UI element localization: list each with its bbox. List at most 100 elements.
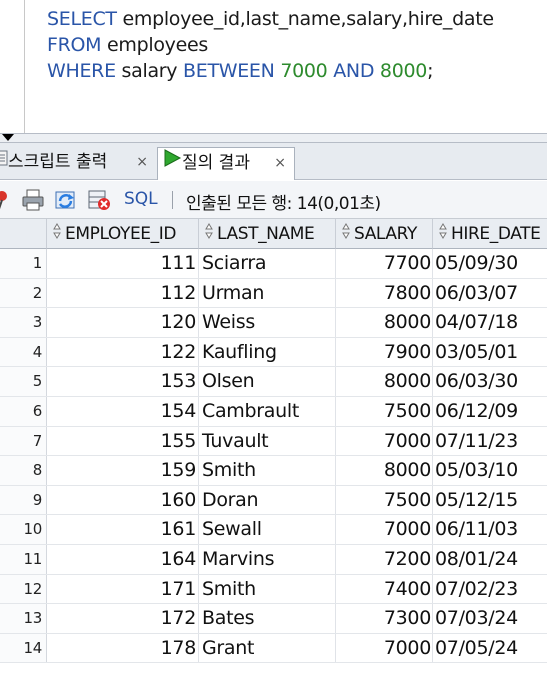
table-row[interactable]: 14 178 Grant 7000 07/05/24 <box>0 633 547 664</box>
pin-icon[interactable] <box>0 189 10 215</box>
row-number[interactable]: 9 <box>0 485 47 515</box>
cell-employee-id[interactable]: 120 <box>47 308 199 337</box>
cell-salary[interactable]: 7200 <box>336 545 433 574</box>
cell-employee-id[interactable]: 122 <box>47 337 199 367</box>
cell-hire-date[interactable]: 08/01/24 <box>433 545 547 574</box>
table-row[interactable]: 1 111 Sciarra 7700 05/09/30 <box>0 249 547 279</box>
row-number[interactable]: 12 <box>0 574 47 604</box>
table-row[interactable]: 5 153 Olsen 8000 06/03/30 <box>0 367 547 397</box>
row-number[interactable]: 8 <box>0 456 47 485</box>
close-icon[interactable]: × <box>136 147 148 177</box>
cell-salary[interactable]: 7500 <box>336 397 433 426</box>
cell-salary[interactable]: 7900 <box>336 337 433 367</box>
cell-employee-id[interactable]: 172 <box>47 604 199 633</box>
sql-button[interactable]: SQL <box>124 189 158 209</box>
table-row[interactable]: 3 120 Weiss 8000 04/07/18 <box>0 308 547 338</box>
row-number[interactable]: 7 <box>0 426 47 456</box>
cell-hire-date[interactable]: 03/05/01 <box>433 338 547 367</box>
cell-hire-date[interactable]: 05/09/30 <box>433 249 547 278</box>
cell-employee-id[interactable]: 155 <box>47 426 199 456</box>
print-icon[interactable] <box>22 189 44 215</box>
sort-icon[interactable] <box>439 219 447 248</box>
cell-hire-date[interactable]: 07/05/24 <box>433 634 547 663</box>
cell-hire-date[interactable]: 06/03/30 <box>433 367 547 396</box>
cell-hire-date[interactable]: 07/11/23 <box>433 427 547 456</box>
cell-salary[interactable]: 7000 <box>336 426 433 456</box>
table-row[interactable]: 2 112 Urman 7800 06/03/07 <box>0 278 547 309</box>
cell-last-name[interactable]: Olsen <box>199 367 336 396</box>
table-row[interactable]: 4 122 Kaufling 7900 03/05/01 <box>0 337 547 368</box>
table-row[interactable]: 12 171 Smith 7400 07/02/23 <box>0 574 547 605</box>
cancel-icon[interactable] <box>88 189 112 215</box>
cell-employee-id[interactable]: 111 <box>47 249 199 278</box>
row-number[interactable]: 11 <box>0 545 47 574</box>
cell-last-name[interactable]: Sewall <box>199 515 336 544</box>
row-number[interactable]: 13 <box>0 604 47 633</box>
row-number[interactable]: 1 <box>0 249 47 278</box>
cell-salary[interactable]: 8000 <box>336 367 433 396</box>
cell-last-name[interactable]: Sciarra <box>199 249 336 278</box>
cell-last-name[interactable]: Smith <box>199 456 336 485</box>
cell-salary[interactable]: 8000 <box>336 308 433 337</box>
cell-last-name[interactable]: Tuvault <box>199 426 336 456</box>
table-row[interactable]: 6 154 Cambrault 7500 06/12/09 <box>0 397 547 427</box>
table-row[interactable]: 9 160 Doran 7500 05/12/15 <box>0 485 547 516</box>
row-number[interactable]: 3 <box>0 308 47 337</box>
cell-last-name[interactable]: Marvins <box>199 545 336 574</box>
cell-employee-id[interactable]: 160 <box>47 485 199 515</box>
cell-employee-id[interactable]: 164 <box>47 545 199 574</box>
cell-last-name[interactable]: Urman <box>199 278 336 308</box>
row-number[interactable]: 5 <box>0 367 47 396</box>
cell-employee-id[interactable]: 154 <box>47 397 199 426</box>
table-row[interactable]: 8 159 Smith 8000 05/03/10 <box>0 456 547 486</box>
refresh-icon[interactable] <box>54 189 78 215</box>
tab-query-result[interactable]: 질의 결과 × <box>157 147 295 180</box>
sort-icon[interactable] <box>342 219 350 248</box>
panel-splitter[interactable] <box>0 133 547 143</box>
column-header-salary[interactable]: SALARY <box>336 219 433 249</box>
cell-hire-date[interactable]: 05/12/15 <box>433 486 547 515</box>
cell-salary[interactable]: 7800 <box>336 278 433 308</box>
sql-code[interactable]: SELECT employee_id,last_name,salary,hire… <box>47 6 494 84</box>
cell-hire-date[interactable]: 07/02/23 <box>433 575 547 604</box>
cell-last-name[interactable]: Kaufling <box>199 337 336 367</box>
cell-last-name[interactable]: Smith <box>199 574 336 604</box>
row-number[interactable]: 10 <box>0 515 47 544</box>
cell-salary[interactable]: 7300 <box>336 604 433 633</box>
cell-last-name[interactable]: Bates <box>199 604 336 633</box>
cell-hire-date[interactable]: 04/07/18 <box>433 308 547 337</box>
cell-employee-id[interactable]: 161 <box>47 515 199 544</box>
sql-editor[interactable]: SELECT employee_id,last_name,salary,hire… <box>0 0 547 133</box>
table-row[interactable]: 7 155 Tuvault 7000 07/11/23 <box>0 426 547 457</box>
table-row[interactable]: 10 161 Sewall 7000 06/11/03 <box>0 515 547 545</box>
cell-salary[interactable]: 7400 <box>336 574 433 604</box>
cell-employee-id[interactable]: 178 <box>47 633 199 663</box>
cell-employee-id[interactable]: 171 <box>47 574 199 604</box>
sort-icon[interactable] <box>53 219 61 248</box>
cell-hire-date[interactable]: 06/12/09 <box>433 397 547 426</box>
column-header-hire-date[interactable]: HIRE_DATE <box>433 219 547 249</box>
cell-last-name[interactable]: Grant <box>199 633 336 663</box>
cell-employee-id[interactable]: 153 <box>47 367 199 396</box>
cell-salary[interactable]: 7700 <box>336 249 433 278</box>
cell-employee-id[interactable]: 159 <box>47 456 199 485</box>
cell-employee-id[interactable]: 112 <box>47 278 199 308</box>
cell-salary[interactable]: 7000 <box>336 633 433 663</box>
sort-icon[interactable] <box>205 219 213 248</box>
cell-hire-date[interactable]: 06/03/07 <box>433 279 547 308</box>
cell-hire-date[interactable]: 07/03/24 <box>433 604 547 633</box>
table-row[interactable]: 13 172 Bates 7300 07/03/24 <box>0 604 547 634</box>
column-header-last-name[interactable]: LAST_NAME <box>199 219 336 249</box>
cell-last-name[interactable]: Doran <box>199 485 336 515</box>
cell-last-name[interactable]: Cambrault <box>199 397 336 426</box>
row-number[interactable]: 2 <box>0 278 47 308</box>
cell-salary[interactable]: 8000 <box>336 456 433 485</box>
cell-salary[interactable]: 7500 <box>336 485 433 515</box>
row-number[interactable]: 14 <box>0 633 47 663</box>
column-header-employee-id[interactable]: EMPLOYEE_ID <box>47 219 199 249</box>
cell-last-name[interactable]: Weiss <box>199 308 336 337</box>
cell-hire-date[interactable]: 05/03/10 <box>433 456 547 485</box>
table-row[interactable]: 11 164 Marvins 7200 08/01/24 <box>0 545 547 575</box>
cell-hire-date[interactable]: 06/11/03 <box>433 515 547 544</box>
collapse-arrow-icon[interactable] <box>2 134 14 141</box>
